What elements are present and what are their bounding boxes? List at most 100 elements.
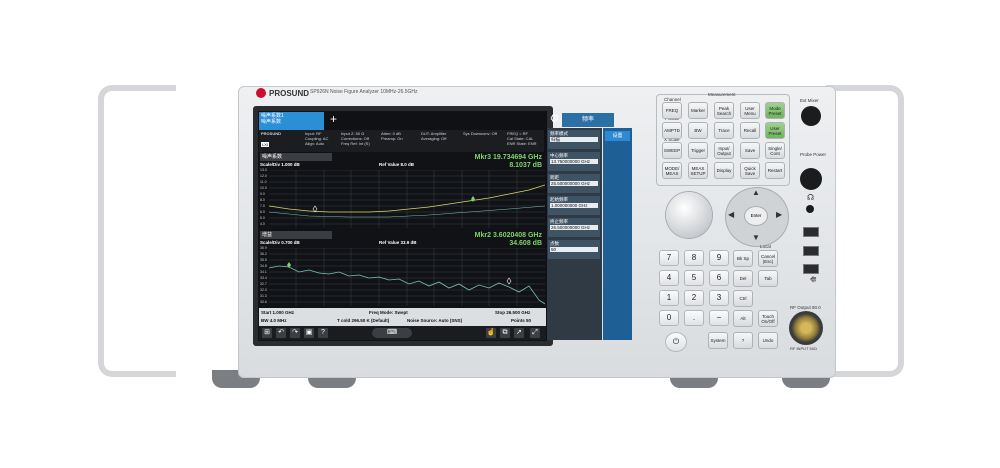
windows-icon[interactable]: ⊞: [262, 328, 272, 338]
key-quick-save[interactable]: Quick Save: [740, 162, 760, 179]
trace1-scale: Scale/Div 1.000 dB: [260, 162, 300, 167]
tcold-label: T cold 296.50 K (Default): [337, 318, 390, 323]
undo-icon[interactable]: ↶: [276, 328, 286, 338]
keyboard-icon[interactable]: ⌨: [372, 328, 412, 338]
key-recall[interactable]: Recall: [740, 122, 760, 139]
softkey-span[interactable]: 跨距 25.500000000 GHz: [548, 174, 600, 193]
key-1[interactable]: 1: [659, 290, 679, 306]
key-help[interactable]: ?: [733, 332, 753, 349]
key-9[interactable]: 9: [709, 250, 729, 266]
trace2-title[interactable]: 增益: [260, 231, 332, 239]
key-restart[interactable]: Restart: [765, 162, 785, 179]
key-input-output[interactable]: Input/ Output: [714, 142, 734, 159]
key-3[interactable]: 3: [709, 290, 729, 306]
add-tab-button[interactable]: +: [330, 113, 337, 125]
power-icon[interactable]: ⏻: [665, 332, 687, 352]
tab-noise-figure[interactable]: 噪声系数1 噪声系数: [259, 112, 324, 130]
trace-noise-figure[interactable]: 噪声系数 Scale/Div 1.000 dB Ref Value 8.0 dB…: [259, 153, 546, 229]
probe-power-port: [800, 168, 822, 190]
key-mode-meas[interactable]: MODE/ MEAS: [662, 162, 682, 179]
key-mode-preset[interactable]: Mode Preset: [765, 102, 785, 119]
trace1-title[interactable]: 噪声系数: [260, 153, 332, 161]
key-0[interactable]: 0: [659, 310, 679, 326]
key-ctrl[interactable]: Ctrl: [733, 290, 753, 307]
y-tick-label: 34.1: [260, 270, 267, 274]
freq-mode-label: Freq Mode: Swept: [369, 310, 408, 315]
key-8[interactable]: 8: [684, 250, 704, 266]
key-cancel-esc[interactable]: Cancel (Esc): [758, 250, 778, 267]
trace2-scale: Scale/Div 0.700 dB: [260, 240, 300, 245]
softkey-stop-freq[interactable]: 终止频率 26.500000000 GHz: [548, 218, 600, 237]
status-bar: PROSUND LXI Input: RF Coupling: AC Align…: [259, 130, 544, 152]
settings-button[interactable]: 设置: [605, 131, 630, 141]
redo-icon[interactable]: ↷: [290, 328, 300, 338]
trace1-marker-value: 8.1037 dB: [509, 162, 542, 169]
softkey-start-freq[interactable]: 起始频率 1.000000000 GHz: [548, 196, 600, 215]
trace-gain[interactable]: 增益 Scale/Div 0.700 dB Ref Value 33.9 dB …: [259, 231, 546, 307]
key-5[interactable]: 5: [684, 270, 704, 286]
window-icon[interactable]: ⧉: [500, 328, 510, 338]
key-system[interactable]: System: [708, 332, 728, 349]
key-save[interactable]: Save: [740, 142, 760, 159]
key-user-menu[interactable]: User Menu: [740, 102, 760, 119]
key-tab[interactable]: Tab: [758, 270, 778, 287]
key-freq[interactable]: FREQ: [662, 102, 682, 119]
key-dot[interactable]: .: [684, 310, 704, 326]
arrow-right-icon[interactable]: ▶: [776, 210, 782, 219]
probe-power-label: Probe Power: [800, 152, 827, 157]
key-backspace[interactable]: Bk Sp: [733, 250, 753, 267]
bottom-info-bar: Start 1.000 GHz BW 4.0 MHz Freq Mode: Sw…: [259, 308, 546, 326]
key-touch[interactable]: Touch On/Off: [758, 310, 778, 327]
usb-icon: ⭅: [810, 277, 817, 284]
gear-icon[interactable]: ⚙: [548, 113, 561, 126]
key-2[interactable]: 2: [684, 290, 704, 306]
key-trigger[interactable]: Trigger: [688, 142, 708, 159]
softkey-center-freq[interactable]: 中心频率 13.750000000 GHz: [548, 152, 600, 171]
softkey-points[interactable]: 点数 50: [548, 240, 600, 259]
bw-label: BW 4.0 MHz: [261, 318, 287, 323]
key-6[interactable]: 6: [709, 270, 729, 286]
rf-output-connector: [789, 311, 823, 345]
key-minus[interactable]: −: [709, 310, 729, 326]
key-del[interactable]: Del: [733, 270, 753, 287]
y-tick-label: 36.9: [260, 246, 267, 250]
key-user-preset[interactable]: User Preset: [765, 122, 785, 139]
key-alt[interactable]: Alt: [733, 310, 753, 327]
ext-mixer-label: Ext Mixer: [800, 98, 819, 103]
trace2-plot: [269, 248, 545, 306]
arrow-down-icon[interactable]: ▼: [752, 233, 760, 242]
key-sweep[interactable]: SWEEP: [662, 142, 682, 159]
rotary-knob[interactable]: [666, 192, 712, 238]
menu-tab-frequency[interactable]: 频率: [562, 113, 614, 127]
status-brand: PROSUND: [261, 131, 282, 136]
key-amptd[interactable]: AMPTD: [662, 122, 682, 139]
pointer-icon[interactable]: ➚: [514, 328, 524, 338]
key-meas-setup[interactable]: MEAS SETUP: [688, 162, 708, 179]
y-tick-label: 32.0: [260, 288, 267, 292]
key-bw[interactable]: BW: [688, 122, 708, 139]
trace1-plot: [269, 170, 545, 228]
touch-icon[interactable]: ☝: [486, 328, 496, 338]
key-peak-search[interactable]: Peak Search: [714, 102, 734, 119]
key-single-cont[interactable]: Single/ Cont: [765, 142, 785, 159]
y-tick-label: 36.2: [260, 252, 267, 256]
brand-logo: PROSUND: [256, 88, 309, 98]
folder-icon[interactable]: ▣: [304, 328, 314, 338]
help-icon[interactable]: ?: [318, 328, 328, 338]
enter-button[interactable]: Enter: [744, 206, 768, 226]
local-label: Local: [760, 244, 771, 249]
softkey-freq-mode[interactable]: 频率模式 扫描: [548, 130, 600, 149]
arrow-left-icon[interactable]: ◀: [728, 210, 734, 219]
key-4[interactable]: 4: [659, 270, 679, 286]
model-label: SP926N Noise Figure Analyzer 10MHz-26.5G…: [310, 89, 418, 95]
key-7[interactable]: 7: [659, 250, 679, 266]
key-undo[interactable]: Undo: [758, 332, 778, 349]
key-marker[interactable]: Marker: [688, 102, 708, 119]
key-display[interactable]: Display: [714, 162, 734, 179]
trace2-marker-freq: Mkr2 3.6020408 GHz: [474, 232, 542, 239]
headphone-icon: ☊: [807, 193, 815, 202]
fullscreen-icon[interactable]: ⤢: [530, 328, 540, 338]
noise-source-label: Noise Source: Auto (SNS): [407, 318, 463, 323]
key-trace[interactable]: Trace: [714, 122, 734, 139]
arrow-up-icon[interactable]: ▲: [752, 188, 760, 197]
